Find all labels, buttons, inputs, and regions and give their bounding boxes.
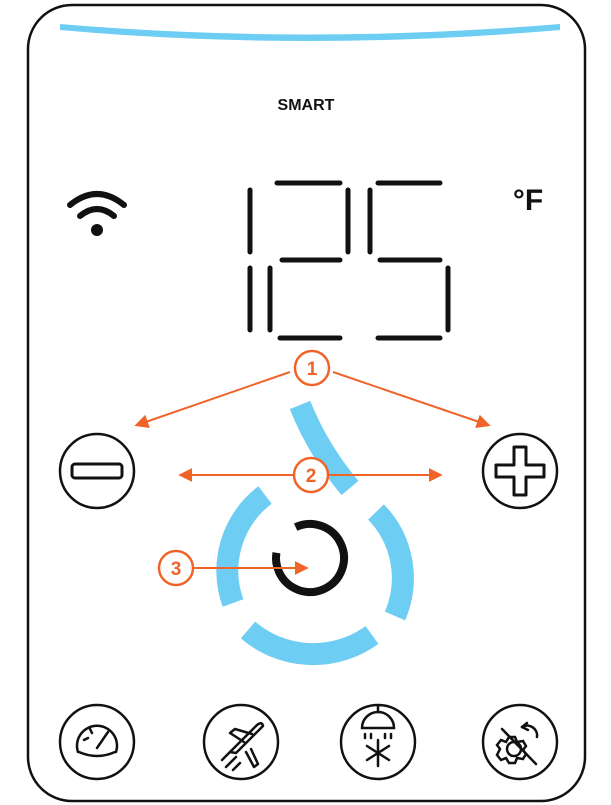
vacation-mode-button[interactable]	[202, 703, 280, 781]
control-panel: SMART 125 °F 1 2 3	[26, 3, 587, 803]
mode-label: SMART	[278, 97, 335, 114]
svg-text:2: 2	[306, 466, 317, 487]
maintenance-reset-button[interactable]	[481, 703, 559, 781]
eco-gauge-button[interactable]	[58, 703, 136, 781]
callout-badge-1: 1	[293, 349, 331, 387]
decrease-button[interactable]	[58, 432, 136, 510]
cold-water-shower-button[interactable]	[339, 703, 417, 781]
svg-text:3: 3	[171, 559, 182, 580]
temperature-unit: °F	[513, 184, 543, 217]
callout-badge-2: 2	[292, 456, 330, 494]
increase-button[interactable]	[481, 432, 559, 510]
svg-text:1: 1	[307, 359, 318, 380]
callout-badge-3: 3	[157, 549, 195, 587]
